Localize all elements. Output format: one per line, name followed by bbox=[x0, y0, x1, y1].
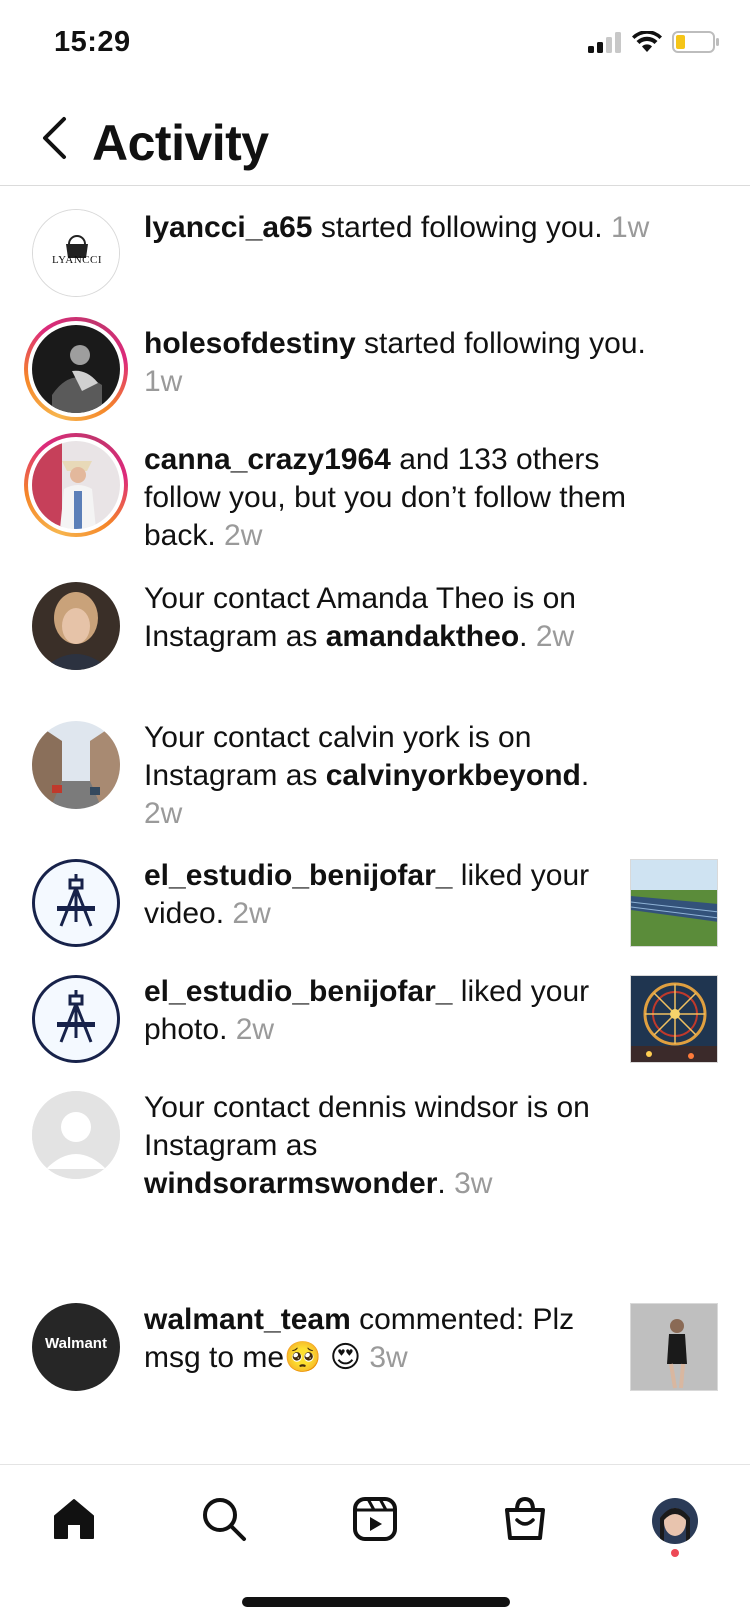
avatar[interactable] bbox=[32, 859, 120, 947]
timestamp: 1w bbox=[610, 211, 650, 244]
default-avatar[interactable] bbox=[32, 1091, 120, 1179]
activity-item[interactable]: holesofdestiny started following you. 1w bbox=[0, 317, 750, 429]
activity-item[interactable]: Your contact dennis windsor is on Instag… bbox=[0, 1089, 750, 1209]
story-ring[interactable] bbox=[24, 433, 128, 537]
page-title: Activity bbox=[92, 115, 269, 171]
activity-item[interactable]: el_estudio_benijofar_ liked your photo. … bbox=[0, 973, 750, 1073]
activity-text: Your contact Amanda Theo is on Instagram… bbox=[144, 582, 576, 653]
home-icon bbox=[51, 1496, 97, 1547]
timestamp: 2w bbox=[144, 797, 183, 830]
username-link[interactable]: calvinyorkbeyond bbox=[326, 759, 581, 792]
walmant-logo-text: Walmant bbox=[45, 1335, 107, 1352]
timestamp: 2w bbox=[235, 1013, 275, 1046]
activity-text: el_estudio_benijofar_ liked your photo. … bbox=[144, 975, 590, 1046]
shop-button[interactable] bbox=[495, 1491, 555, 1551]
profile-button[interactable] bbox=[645, 1491, 705, 1551]
reels-button[interactable] bbox=[345, 1491, 405, 1551]
profile-avatar bbox=[652, 1498, 698, 1544]
easel-icon bbox=[35, 874, 117, 944]
timestamp: 2w bbox=[535, 620, 575, 653]
avatar bbox=[32, 325, 120, 413]
username-link[interactable]: windsorarmswonder bbox=[144, 1167, 437, 1200]
timestamp: 2w bbox=[224, 519, 263, 552]
username-link[interactable]: walmant_team bbox=[144, 1303, 351, 1336]
avatar[interactable] bbox=[32, 582, 120, 670]
activity-text: el_estudio_benijofar_ liked your video. … bbox=[144, 859, 590, 930]
timestamp: 3w bbox=[369, 1341, 408, 1374]
activity-item[interactable]: LYANCCI lyancci_a65 started following yo… bbox=[0, 209, 750, 309]
post-thumbnail[interactable] bbox=[630, 859, 718, 947]
timestamp: 3w bbox=[454, 1167, 493, 1200]
avatar[interactable] bbox=[32, 721, 120, 809]
bottom-nav bbox=[0, 1464, 750, 1624]
timestamp: 2w bbox=[232, 897, 271, 930]
timestamp: 1w bbox=[144, 365, 183, 398]
search-button[interactable] bbox=[194, 1491, 254, 1551]
activity-item[interactable]: Your contact calvin york is on Instagram… bbox=[0, 719, 750, 839]
easel-icon bbox=[35, 990, 117, 1060]
activity-item[interactable]: Walmant walmant_team commented: Plz msg … bbox=[0, 1301, 750, 1401]
reels-icon bbox=[352, 1496, 398, 1547]
notification-dot bbox=[671, 1549, 679, 1557]
activity-text: walmant_team commented: Plz msg to me🥺 😍… bbox=[144, 1303, 575, 1374]
shop-icon bbox=[502, 1496, 548, 1547]
battery-icon bbox=[672, 30, 720, 59]
emoji: 🥺 😍 bbox=[284, 1341, 370, 1374]
status-icons bbox=[588, 30, 720, 59]
activity-text: Your contact dennis windsor is on Instag… bbox=[144, 1091, 590, 1200]
search-icon bbox=[200, 1495, 248, 1548]
activity-text: canna_crazy1964 and 133 others follow yo… bbox=[144, 443, 626, 552]
username-link[interactable]: el_estudio_benijofar_ bbox=[144, 859, 452, 892]
avatar[interactable]: Walmant bbox=[32, 1303, 120, 1391]
back-button[interactable] bbox=[34, 112, 74, 168]
activity-text: Your contact calvin york is on Instagram… bbox=[144, 721, 590, 830]
activity-item[interactable]: Your contact Amanda Theo is on Instagram… bbox=[0, 580, 750, 680]
avatar bbox=[32, 441, 120, 529]
home-indicator bbox=[242, 1597, 510, 1607]
username-link[interactable]: amandaktheo bbox=[326, 620, 519, 653]
wifi-icon bbox=[632, 30, 662, 58]
chevron-left-icon bbox=[40, 116, 68, 165]
home-button[interactable] bbox=[44, 1491, 104, 1551]
post-thumbnail[interactable] bbox=[630, 975, 718, 1063]
lyancci-logo-text: LYANCCI bbox=[51, 254, 103, 266]
status-bar: 15:29 bbox=[0, 0, 750, 90]
story-ring[interactable] bbox=[24, 317, 128, 421]
avatar[interactable]: LYANCCI bbox=[32, 209, 120, 297]
header: Activity bbox=[0, 90, 750, 186]
avatar[interactable] bbox=[32, 975, 120, 1063]
activity-text: holesofdestiny started following you. 1w bbox=[144, 327, 646, 398]
activity-item[interactable]: canna_crazy1964 and 133 others follow yo… bbox=[0, 433, 750, 561]
status-time: 15:29 bbox=[54, 26, 131, 58]
username-link[interactable]: holesofdestiny bbox=[144, 327, 356, 360]
post-thumbnail[interactable] bbox=[630, 1303, 718, 1391]
username-link[interactable]: el_estudio_benijofar_ bbox=[144, 975, 452, 1008]
activity-text: lyancci_a65 started following you. 1w bbox=[144, 211, 650, 244]
signal-icon bbox=[588, 31, 622, 58]
username-link[interactable]: lyancci_a65 bbox=[144, 211, 312, 244]
username-link[interactable]: canna_crazy1964 bbox=[144, 443, 391, 476]
activity-item[interactable]: el_estudio_benijofar_ liked your video. … bbox=[0, 857, 750, 957]
